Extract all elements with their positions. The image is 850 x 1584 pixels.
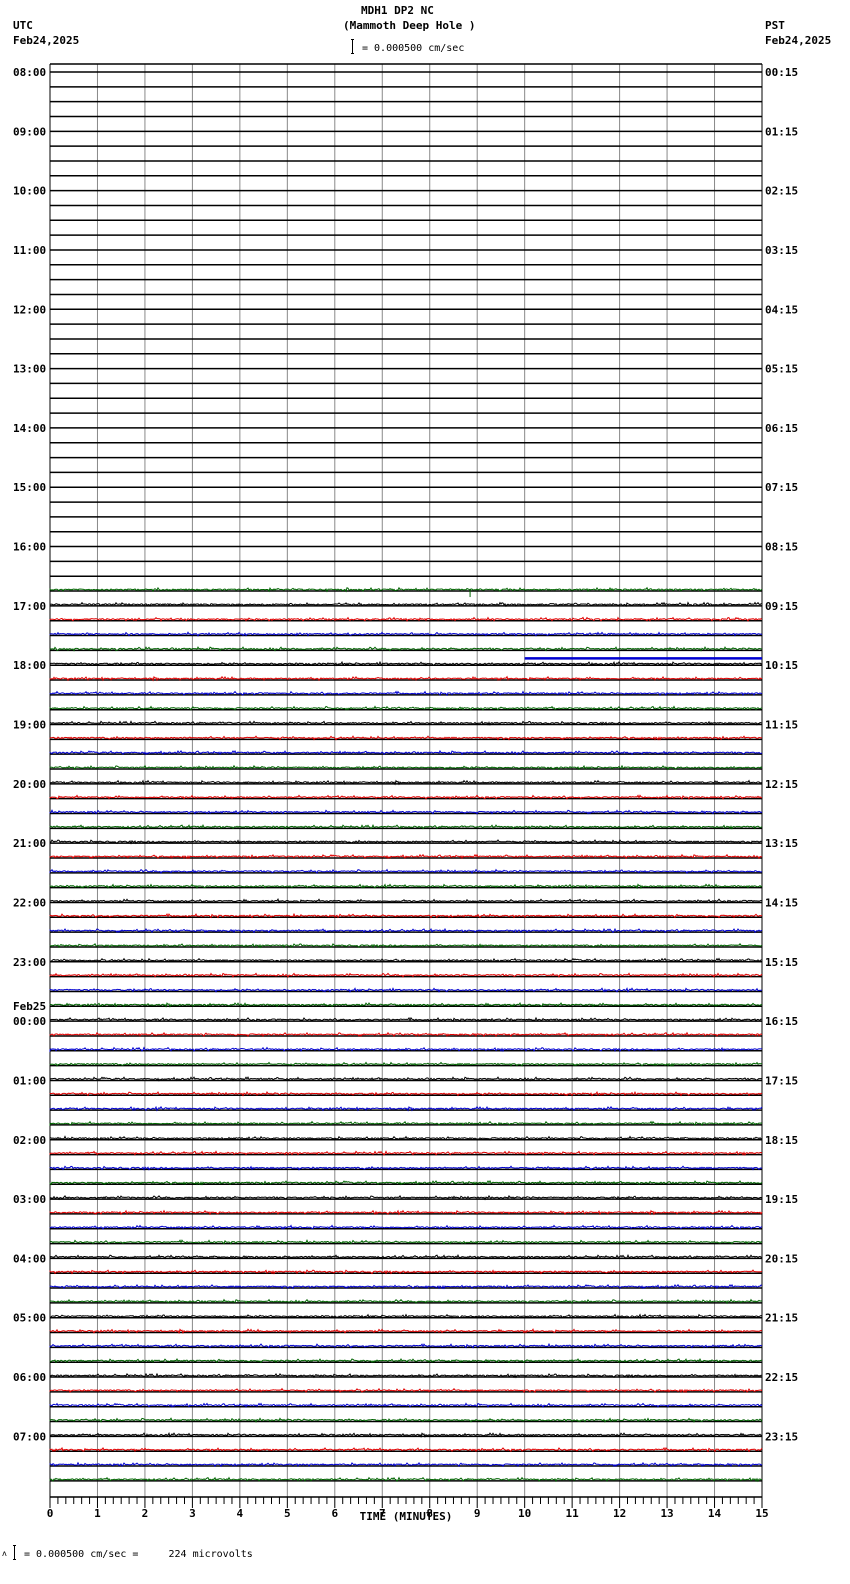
pst-hour-label: 19:15	[765, 1193, 798, 1206]
time-tick-label: 12	[613, 1507, 626, 1520]
utc-hour-label: 10:00	[13, 185, 46, 198]
utc-hour-label: 12:00	[13, 303, 46, 316]
utc-hour-label: 08:00	[13, 66, 46, 79]
pst-hour-label: 00:15	[765, 66, 798, 79]
time-tick-label: 3	[189, 1507, 196, 1520]
pst-hour-label: 15:15	[765, 956, 798, 969]
utc-hour-label: 11:00	[13, 244, 46, 257]
utc-hour-label: 13:00	[13, 363, 46, 376]
utc-hour-label: 06:00	[13, 1371, 46, 1384]
pst-hour-label: 21:15	[765, 1312, 798, 1325]
utc-hour-label: 00:00	[13, 1015, 46, 1028]
time-tick-label: 6	[331, 1507, 338, 1520]
time-axis-title: TIME (MINUTES)	[360, 1510, 453, 1523]
helicorder-plot: 08:00 09:00 10:00 11:00 12:00 13:00 14:00 15:00…	[13, 63, 798, 1523]
pst-hour-label: 11:15	[765, 719, 798, 732]
pst-hour-label: 09:15	[765, 600, 798, 613]
pst-hour-label: 13:15	[765, 837, 798, 850]
pst-hour-label: 18:15	[765, 1134, 798, 1147]
date-change-label: Feb25	[13, 1000, 46, 1013]
utc-hour-label: 19:00	[13, 719, 46, 732]
time-tick-label: 2	[142, 1507, 149, 1520]
pst-hour-label: 20:15	[765, 1252, 798, 1265]
pst-hour-label: 08:15	[765, 541, 798, 554]
utc-hour-label: 02:00	[13, 1134, 46, 1147]
utc-hour-label: 07:00	[13, 1430, 46, 1443]
pst-hour-label: 14:15	[765, 896, 798, 909]
pst-hour-label: 03:15	[765, 244, 798, 257]
time-tick-label: 5	[284, 1507, 291, 1520]
time-tick-label: 11	[566, 1507, 580, 1520]
utc-hour-label: 16:00	[13, 541, 46, 554]
time-tick-label: 10	[518, 1507, 531, 1520]
time-tick-label: 9	[474, 1507, 481, 1520]
utc-hour-label: 01:00	[13, 1074, 46, 1087]
pst-hour-label: 16:15	[765, 1015, 798, 1028]
pst-hour-label: 02:15	[765, 185, 798, 198]
time-tick-label: 0	[47, 1507, 54, 1520]
time-tick-label: 15	[755, 1507, 768, 1520]
time-tick-label: 4	[237, 1507, 244, 1520]
pst-hour-label: 01:15	[765, 125, 798, 138]
utc-hour-label: 21:00	[13, 837, 46, 850]
utc-hour-label: 22:00	[13, 896, 46, 909]
utc-hour-label: 17:00	[13, 600, 46, 613]
utc-hour-label: 15:00	[13, 481, 46, 494]
utc-hour-label: 18:00	[13, 659, 46, 672]
utc-hour-label: 04:00	[13, 1252, 46, 1265]
utc-hour-label: 03:00	[13, 1193, 46, 1206]
utc-hour-label: 05:00	[13, 1312, 46, 1325]
pst-hour-label: 04:15	[765, 303, 798, 316]
pst-hour-label: 10:15	[765, 659, 798, 672]
footer-scale-label: = 0.000500 cm/sec = 224 microvolts	[24, 1549, 253, 1560]
footer-scale-bar-icon	[13, 1545, 16, 1560]
footer-mark: ʌ	[2, 1549, 7, 1558]
pst-hour-label: 12:15	[765, 778, 798, 791]
pst-hour-label: 06:15	[765, 422, 798, 435]
pst-hour-label: 22:15	[765, 1371, 798, 1384]
pst-hour-label: 17:15	[765, 1074, 798, 1087]
time-tick-label: 1	[94, 1507, 101, 1520]
utc-hour-label: 23:00	[13, 956, 46, 969]
pst-hour-label: 23:15	[765, 1430, 798, 1443]
utc-hour-label: 20:00	[13, 778, 46, 791]
pst-hour-label: 07:15	[765, 481, 798, 494]
pst-hour-label: 05:15	[765, 363, 798, 376]
time-tick-label: 14	[708, 1507, 722, 1520]
utc-hour-label: 09:00	[13, 125, 46, 138]
utc-hour-label: 14:00	[13, 422, 46, 435]
time-tick-label: 13	[660, 1507, 673, 1520]
